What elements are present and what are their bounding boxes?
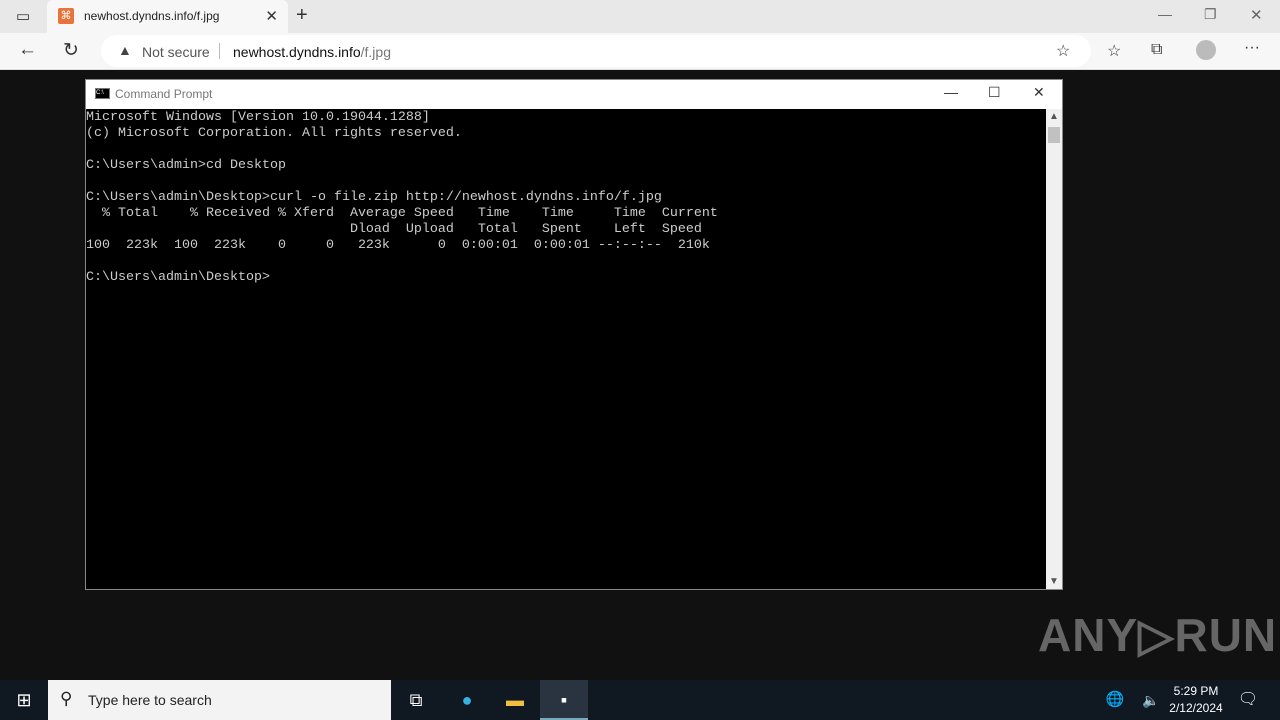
add-favorite-icon[interactable]: ☆ (1056, 41, 1070, 61)
tab-active[interactable]: ⌘ newhost.dyndns.info/f.jpg ✕ (47, 0, 288, 33)
url-host: newhost.dyndns.info (233, 44, 361, 60)
maximize-icon[interactable]: ☐ (988, 84, 1001, 101)
console-line: % Total % Received % Xferd Average Speed… (86, 206, 718, 221)
minimize-icon[interactable]: — (944, 84, 958, 100)
url-text[interactable]: newhost.dyndns.info/f.jpg (233, 44, 391, 60)
tab-title: newhost.dyndns.info/f.jpg (84, 9, 220, 23)
cmd-icon: C:\ (95, 88, 110, 99)
task-view-icon[interactable]: ⧉ (392, 680, 440, 720)
clock[interactable]: 5:29 PM 2/12/2024 (1166, 683, 1226, 717)
console-text: Microsoft Windows [Version 10.0.19044.12… (86, 109, 1047, 286)
console-line: C:\Users\admin\Desktop>curl -o file.zip … (86, 190, 662, 205)
tab-close-icon[interactable]: ✕ (265, 7, 278, 25)
console-line: 100 223k 100 223k 0 0 223k 0 0:00:01 0:0… (86, 238, 710, 253)
window-title: Command Prompt (115, 87, 213, 101)
edge-icon[interactable]: ● (443, 680, 491, 720)
console-line: C:\Users\admin\Desktop> (86, 270, 270, 285)
divider (219, 43, 220, 59)
time: 5:29 PM (1173, 684, 1219, 698)
warning-icon: ▲ (118, 42, 132, 58)
taskbar: ⊞ ⚲ Type here to search ⧉ ● ▬ ▪ 🌐 🔈 5:29… (0, 680, 1280, 720)
tab-bar: ▭ ⌘ newhost.dyndns.info/f.jpg ✕ + — ❐ ✕ (0, 0, 1280, 33)
notifications-icon[interactable]: 🗨 (1234, 680, 1262, 720)
restore-icon[interactable]: ❐ (1204, 6, 1217, 23)
taskbar-search[interactable]: ⚲ Type here to search (48, 680, 391, 720)
window-titlebar[interactable]: C:\ Command Prompt — ☐ ✕ (86, 80, 1062, 109)
network-icon[interactable]: 🌐 (1103, 680, 1127, 720)
close-icon[interactable]: ✕ (1033, 84, 1045, 101)
minimize-icon[interactable]: — (1158, 6, 1172, 22)
volume-icon[interactable]: 🔈 (1139, 680, 1163, 720)
back-icon[interactable]: ← (18, 39, 37, 61)
scroll-thumb[interactable] (1048, 127, 1060, 143)
date: 2/12/2024 (1169, 701, 1223, 715)
scrollbar[interactable]: ▲ ▼ (1046, 109, 1062, 589)
command-prompt-window: C:\ Command Prompt — ☐ ✕ Microsoft Windo… (85, 79, 1063, 590)
search-icon: ⚲ (60, 689, 73, 708)
scroll-down-icon[interactable]: ▼ (1049, 576, 1059, 587)
cmd-taskbar-icon[interactable]: ▪ (540, 680, 588, 720)
favorites-icon[interactable]: ☆ (1107, 41, 1121, 61)
site-favicon-icon: ⌘ (58, 8, 74, 24)
file-explorer-icon[interactable]: ▬ (491, 680, 539, 720)
new-tab-icon[interactable]: + (296, 4, 308, 27)
collections-icon[interactable]: ⧉ (1151, 41, 1162, 59)
anyrun-watermark: ANY▷RUN (1038, 609, 1278, 661)
console-line: C:\Users\admin>cd Desktop (86, 158, 286, 173)
console-line: (c) Microsoft Corporation. All rights re… (86, 126, 462, 141)
close-window-icon[interactable]: ✕ (1250, 6, 1263, 24)
address-bar[interactable]: ▲ Not secure newhost.dyndns.info/f.jpg ☆ (101, 35, 1091, 67)
tab-actions-icon[interactable]: ▭ (16, 7, 30, 25)
browser-toolbar: ← ↻ ▲ Not secure newhost.dyndns.info/f.j… (0, 33, 1280, 70)
security-label[interactable]: Not secure (142, 44, 210, 60)
url-path: /f.jpg (360, 44, 391, 60)
profile-avatar[interactable] (1196, 40, 1216, 60)
start-windows-icon[interactable]: ⊞ (0, 680, 48, 720)
console-output[interactable]: Microsoft Windows [Version 10.0.19044.12… (86, 109, 1047, 589)
scroll-up-icon[interactable]: ▲ (1049, 111, 1059, 122)
console-line: Microsoft Windows [Version 10.0.19044.12… (86, 110, 430, 125)
search-placeholder: Type here to search (88, 692, 212, 708)
refresh-icon[interactable]: ↻ (63, 39, 79, 62)
more-icon[interactable]: ··· (1244, 39, 1260, 57)
console-line: Dload Upload Total Spent Left Speed (86, 222, 702, 237)
